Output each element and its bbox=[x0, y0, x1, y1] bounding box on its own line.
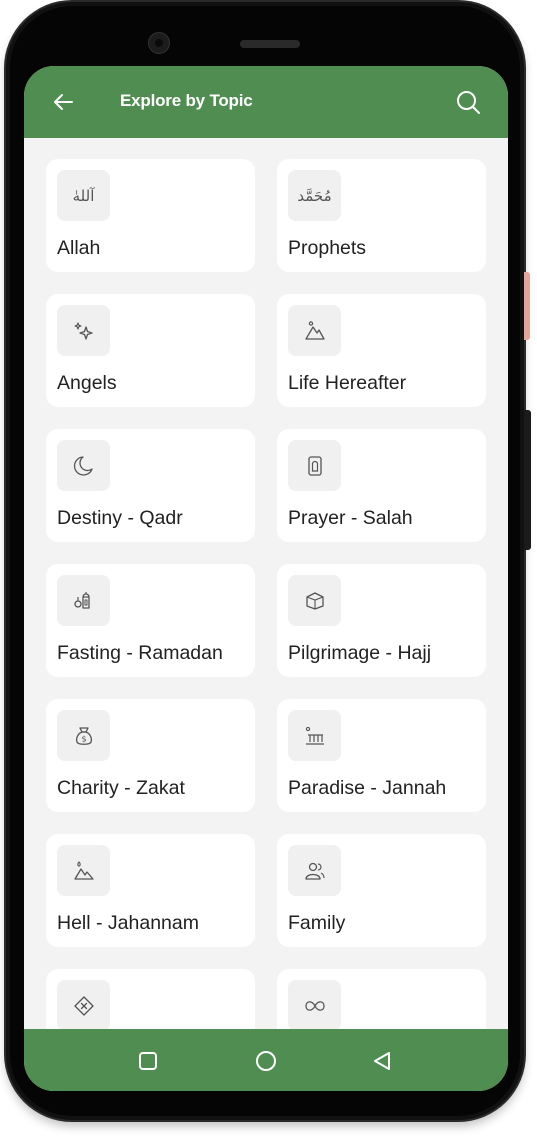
topic-label: Fasting - Ramadan bbox=[57, 642, 223, 664]
topic-label: Pilgrimage - Hajj bbox=[288, 642, 432, 664]
back-triangle-icon[interactable] bbox=[369, 1048, 395, 1074]
topic-card-family[interactable]: Family bbox=[277, 834, 486, 947]
allah-calligraphy-icon: آللهٰ bbox=[57, 170, 110, 221]
topic-card-fasting[interactable]: Fasting - Ramadan bbox=[46, 564, 255, 677]
topic-card-hell[interactable]: Hell - Jahannam bbox=[46, 834, 255, 947]
search-icon[interactable] bbox=[454, 88, 482, 116]
muhammad-calligraphy-icon: مُحَمَّد bbox=[288, 170, 341, 221]
forbidden-icon bbox=[57, 980, 110, 1029]
mountain-sun-icon bbox=[288, 305, 341, 356]
allah-calligraphy: آللهٰ bbox=[72, 186, 95, 205]
topic-label: Paradise - Jannah bbox=[288, 777, 447, 799]
side-button-power bbox=[524, 272, 530, 340]
topic-label: Charity - Zakat bbox=[57, 777, 185, 799]
topic-label: Life Hereafter bbox=[288, 372, 407, 394]
front-camera bbox=[148, 32, 170, 54]
earpiece-speaker bbox=[240, 40, 300, 48]
muhammad-calligraphy: مُحَمَّد bbox=[297, 186, 332, 205]
prayer-mat-icon bbox=[288, 440, 341, 491]
topic-grid: آللهٰ Allah مُحَمَّد Prophets Angels Lif… bbox=[46, 159, 486, 1029]
topic-card-angels[interactable]: Angels bbox=[46, 294, 255, 407]
svg-text:$: $ bbox=[81, 734, 86, 743]
recents-square-icon[interactable] bbox=[135, 1048, 161, 1074]
topic-card-forbidden[interactable] bbox=[46, 969, 255, 1029]
app-screen: Explore by Topic آللهٰ Allah مُحَمَّد Pr… bbox=[24, 66, 508, 1091]
fire-mountain-icon bbox=[57, 845, 110, 896]
topic-label: Angels bbox=[57, 372, 117, 394]
app-bar: Explore by Topic bbox=[24, 66, 508, 138]
topic-label: Family bbox=[288, 912, 346, 934]
topic-card-paradise[interactable]: Paradise - Jannah bbox=[277, 699, 486, 812]
topic-label: Destiny - Qadr bbox=[57, 507, 183, 529]
topic-list: آللهٰ Allah مُحَمَّد Prophets Angels Lif… bbox=[24, 138, 508, 1029]
crescent-moon-icon bbox=[57, 440, 110, 491]
topic-card-prophets[interactable]: مُحَمَّد Prophets bbox=[277, 159, 486, 272]
topic-card-destiny[interactable]: Destiny - Qadr bbox=[46, 429, 255, 542]
home-circle-icon[interactable] bbox=[253, 1048, 279, 1074]
kaaba-icon bbox=[288, 575, 341, 626]
garden-icon bbox=[288, 710, 341, 761]
people-icon bbox=[288, 845, 341, 896]
infinity-icon bbox=[288, 980, 341, 1029]
topic-label: Allah bbox=[57, 237, 101, 259]
sparkles-icon bbox=[57, 305, 110, 356]
side-button-volume bbox=[524, 410, 531, 550]
topic-card-infinity[interactable] bbox=[277, 969, 486, 1029]
topic-card-pilgrimage[interactable]: Pilgrimage - Hajj bbox=[277, 564, 486, 677]
topic-card-charity[interactable]: $ Charity - Zakat bbox=[46, 699, 255, 812]
topic-card-allah[interactable]: آللهٰ Allah bbox=[46, 159, 255, 272]
topic-label: Prophets bbox=[288, 237, 367, 259]
topic-label: Prayer - Salah bbox=[288, 507, 413, 529]
system-navigation-bar bbox=[24, 1029, 508, 1091]
page-title: Explore by Topic bbox=[120, 91, 253, 110]
lantern-icon bbox=[57, 575, 110, 626]
topic-label: Hell - Jahannam bbox=[57, 912, 199, 934]
topic-card-prayer[interactable]: Prayer - Salah bbox=[277, 429, 486, 542]
topic-card-life-hereafter[interactable]: Life Hereafter bbox=[277, 294, 486, 407]
money-bag-icon: $ bbox=[57, 710, 110, 761]
arrow-left-icon[interactable] bbox=[50, 89, 76, 115]
